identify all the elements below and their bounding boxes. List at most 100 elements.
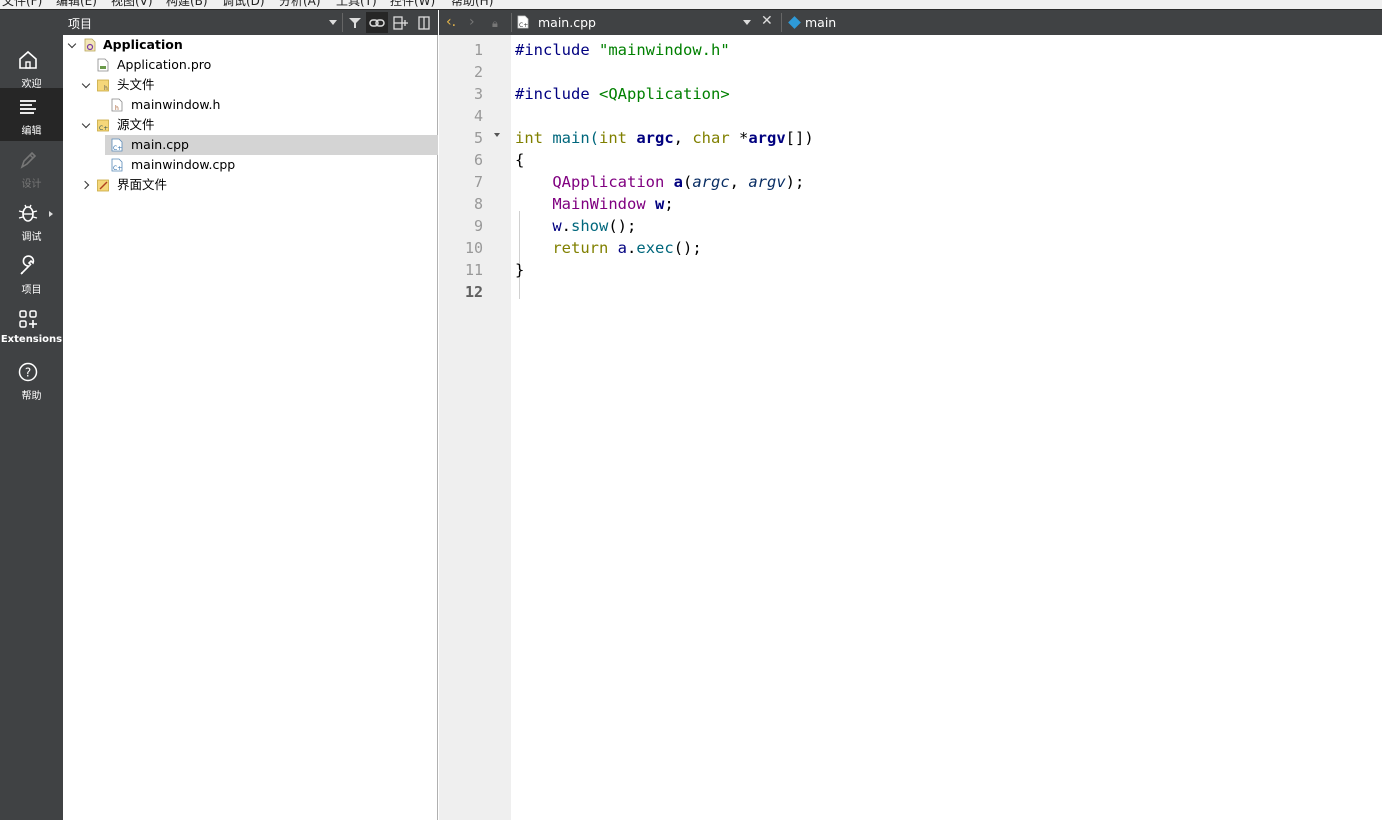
- menu-view[interactable]: 视图(V): [111, 0, 153, 9]
- code-token: argv: [748, 173, 786, 191]
- expand-arrow-icon[interactable]: [81, 115, 93, 135]
- go-forward-icon[interactable]: ›: [469, 14, 475, 30]
- code-token: char: [692, 129, 730, 147]
- code-line[interactable]: #include "mainwindow.h": [515, 39, 730, 61]
- code-token: w: [655, 195, 665, 213]
- mode-label: 帮助: [21, 391, 42, 402]
- svg-text:h: h: [115, 105, 119, 112]
- fold-marker-icon[interactable]: [494, 133, 500, 137]
- code-token: QApplication: [552, 173, 665, 191]
- filter-icon[interactable]: [344, 12, 366, 33]
- code-line[interactable]: QApplication a(argc, argv);: [515, 171, 804, 193]
- panel-view-selector[interactable]: 项目: [68, 15, 92, 32]
- code-area[interactable]: #include "mainwindow.h" #include <QApplic…: [515, 35, 1375, 820]
- mode-edit[interactable]: 编辑: [0, 88, 63, 141]
- code-line[interactable]: }: [515, 259, 524, 281]
- tree-item-sources-folder[interactable]: C+ 源文件: [63, 115, 438, 135]
- split-icon[interactable]: [390, 12, 412, 33]
- menu-bar: 文件(F) 编辑(E) 视图(V) 构建(B) 调试(D) 分析(A) 工具(T…: [0, 0, 1382, 10]
- code-token: .: [627, 239, 637, 257]
- code-line[interactable]: #include <QApplication>: [515, 83, 730, 105]
- line-number: 7: [473, 173, 483, 191]
- code-token: *: [729, 129, 749, 147]
- expand-arrow-icon[interactable]: [81, 75, 93, 95]
- open-documents-selector[interactable]: main.cpp: [538, 15, 596, 30]
- tree-item-mainwindow-h[interactable]: h mainwindow.h: [63, 95, 438, 115]
- code-line[interactable]: {: [515, 149, 524, 171]
- mode-debug[interactable]: 调试: [0, 194, 63, 247]
- go-back-icon[interactable]: ‹.: [446, 14, 456, 30]
- menu-tools[interactable]: 工具(T): [336, 0, 377, 9]
- mode-design[interactable]: 设计: [0, 141, 63, 194]
- project-icon: [84, 38, 96, 52]
- editor-toolbar: ‹. › 🔒︎ C+ main.cpp ✕ main: [439, 10, 1382, 35]
- tree-item-forms-folder[interactable]: 界面文件: [63, 175, 438, 195]
- code-line[interactable]: int main(int argc, char *argv[]): [515, 127, 814, 149]
- menu-edit[interactable]: 编辑(E): [56, 0, 97, 9]
- code-token: w: [552, 217, 562, 235]
- debug-menu-arrow-icon[interactable]: [49, 211, 53, 217]
- pro-file-icon: [97, 58, 109, 72]
- code-token: (: [683, 173, 693, 191]
- tree-item-mainwindow-cpp[interactable]: C+ mainwindow.cpp: [63, 155, 438, 175]
- symbol-selector[interactable]: main: [805, 15, 836, 30]
- extensions-icon: [19, 310, 37, 328]
- menu-controls[interactable]: 控件(W): [390, 0, 435, 9]
- line-number: 11: [464, 261, 483, 279]
- code-line[interactable]: MainWindow w;: [515, 193, 674, 215]
- code-token: "mainwindow.h": [599, 41, 730, 59]
- link-icon[interactable]: [366, 12, 388, 33]
- menu-analyze[interactable]: 分析(A): [279, 0, 321, 9]
- code-token: .: [561, 217, 572, 235]
- menu-file[interactable]: 文件(F): [2, 0, 42, 9]
- code-token: a: [673, 173, 683, 191]
- menu-help[interactable]: 帮助(H): [451, 0, 493, 9]
- collapse-arrow-icon[interactable]: [81, 175, 93, 195]
- menu-debug[interactable]: 调试(D): [222, 0, 265, 9]
- tree-item-label: main.cpp: [131, 137, 189, 152]
- home-icon: [19, 50, 37, 69]
- tree-item-main-cpp[interactable]: C+ main.cpp: [63, 135, 438, 155]
- code-token: return: [552, 239, 609, 257]
- code-line[interactable]: w.show();: [515, 215, 636, 237]
- close-panel-icon[interactable]: [413, 12, 435, 33]
- mode-projects[interactable]: 项目: [0, 247, 63, 300]
- code-token: ;: [664, 195, 674, 213]
- line-number: 8: [473, 195, 483, 213]
- code-editor: ‹. › 🔒︎ C+ main.cpp ✕ main 1 2 3 4 5 6 7…: [439, 10, 1382, 820]
- tree-item-label: 源文件: [117, 117, 155, 132]
- tree-item-label: mainwindow.h: [131, 97, 221, 112]
- debug-bug-icon: [18, 204, 38, 222]
- mode-welcome[interactable]: 欢迎: [0, 41, 63, 94]
- chevron-down-icon[interactable]: [743, 20, 751, 25]
- mode-label: 调试: [21, 232, 42, 243]
- svg-text:C+: C+: [99, 125, 108, 132]
- chevron-down-icon[interactable]: [329, 20, 337, 25]
- divider: [511, 13, 512, 32]
- project-panel-header: 项目: [63, 10, 438, 35]
- edit-icon: [20, 100, 36, 114]
- close-document-icon[interactable]: ✕: [761, 13, 773, 29]
- expand-arrow-icon[interactable]: [67, 35, 79, 55]
- menu-build[interactable]: 构建(B): [166, 0, 208, 9]
- code-line[interactable]: return a.exec();: [515, 237, 701, 259]
- mode-extensions[interactable]: Extensions: [0, 300, 63, 353]
- code-token: );: [785, 173, 805, 191]
- tree-item-pro-file[interactable]: Application.pro: [63, 55, 438, 75]
- divider: [781, 13, 782, 32]
- mode-label: 编辑: [21, 126, 42, 137]
- line-number: 1: [473, 41, 483, 59]
- code-token: exec: [636, 239, 674, 257]
- svg-text:h: h: [104, 85, 108, 92]
- mode-help[interactable]: ? 帮助: [0, 353, 63, 406]
- tree-item-project[interactable]: Application: [63, 35, 438, 55]
- code-token: <QApplication>: [599, 85, 730, 103]
- tree-item-headers-folder[interactable]: h 头文件: [63, 75, 438, 95]
- line-number: 10: [464, 239, 483, 257]
- code-token: main(: [543, 129, 599, 147]
- line-number: 2: [473, 63, 483, 81]
- code-token: ,: [673, 129, 693, 147]
